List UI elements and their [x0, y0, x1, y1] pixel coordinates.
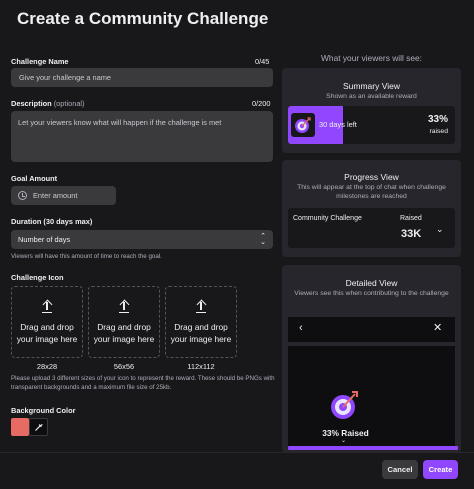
reward-percent: 33% — [427, 114, 448, 125]
dropzone-112[interactable]: Drag and drop your image here — [165, 286, 237, 358]
dropzone-text: Drag and drop your image here — [93, 321, 155, 344]
optional-tag: (optional) — [53, 99, 85, 108]
detailed-view-subtitle: Viewers see this when contributing to th… — [294, 290, 449, 297]
description-label: Description (optional) — [11, 99, 85, 108]
goal-amount-placeholder: Enter amount — [33, 191, 78, 200]
clock-icon — [18, 191, 27, 200]
challenge-name-label: Challenge Name — [11, 57, 69, 66]
summary-reward-row: 30 days left 33% raised — [288, 106, 455, 144]
challenge-icon-label: Challenge Icon — [11, 273, 64, 282]
goal-amount-label: Goal Amount — [11, 174, 58, 183]
eyedropper-icon — [34, 424, 43, 431]
chevron-down-icon[interactable]: ⌄ — [436, 224, 444, 235]
duration-label: Duration (30 days max) — [11, 217, 93, 226]
target-icon — [331, 391, 358, 419]
summary-view-title: Summary View — [343, 81, 400, 91]
create-challenge-modal: Create a Community Challenge Challenge N… — [0, 0, 474, 489]
size-label: 56x56 — [113, 362, 135, 371]
challenge-name-counter: 0/45 — [255, 57, 270, 66]
detailed-progress-bar — [288, 446, 458, 450]
upload-icon — [117, 299, 131, 314]
dropzone-text: Drag and drop your image here — [16, 321, 78, 344]
cancel-button[interactable]: Cancel — [382, 460, 418, 479]
time-left: 30 days left — [319, 120, 357, 129]
select-arrows-icon: ⌃ ⌄ — [260, 232, 266, 246]
duration-select[interactable]: Number of days ⌃ ⌄ — [11, 230, 273, 249]
progress-view-title: Progress View — [344, 172, 399, 182]
dropzone-text: Drag and drop your image here — [170, 321, 232, 344]
goal-amount-input[interactable]: Enter amount — [11, 186, 116, 205]
challenge-icon-thumb — [291, 113, 315, 137]
detailed-view-title: Detailed View — [345, 278, 398, 288]
eyedropper-button[interactable] — [29, 418, 48, 436]
progress-row: Community Challenge Raised 33K ⌄ — [288, 208, 455, 248]
challenge-name-input[interactable]: Give your challenge a name — [11, 68, 273, 87]
description-label-text: Description — [11, 99, 52, 108]
background-color-label: Background Color — [11, 406, 76, 415]
description-counter: 0/200 — [252, 99, 271, 108]
reward-raised-label: raised — [429, 128, 448, 135]
preview-heading: What your viewers will see: — [321, 53, 422, 63]
progress-amount: 33K — [401, 228, 422, 240]
target-icon — [295, 117, 311, 133]
size-label: 28x28 — [36, 362, 58, 371]
progress-raised-label: Raised — [400, 215, 422, 222]
duration-hint: Viewers will have this amount of time to… — [11, 253, 162, 260]
upload-icon — [40, 299, 54, 314]
close-icon[interactable]: ✕ — [433, 321, 442, 334]
upload-icon — [194, 299, 208, 314]
progress-challenge-name: Community Challenge — [293, 215, 362, 222]
page-title: Create a Community Challenge — [17, 9, 269, 28]
description-textarea[interactable]: Let your viewers know what will happen i… — [11, 111, 273, 162]
progress-view-subtitle: This will appear at the top of chat when… — [297, 184, 446, 200]
duration-selected: Number of days — [18, 235, 71, 244]
detailed-header-bar — [288, 317, 455, 342]
dropzone-56[interactable]: Drag and drop your image here — [88, 286, 160, 358]
size-label: 112x112 — [187, 362, 215, 371]
footer-divider — [0, 452, 474, 453]
chevron-down-icon: ⌄ — [341, 438, 347, 444]
back-icon[interactable]: ‹ — [299, 322, 303, 334]
dropzone-28[interactable]: Drag and drop your image here — [11, 286, 83, 358]
create-button[interactable]: Create — [423, 460, 458, 479]
summary-view-subtitle: Shown as an available reward — [326, 93, 417, 100]
icon-upload-hint: Please upload 3 different sizes of your … — [11, 375, 275, 391]
color-swatch[interactable] — [11, 418, 29, 436]
